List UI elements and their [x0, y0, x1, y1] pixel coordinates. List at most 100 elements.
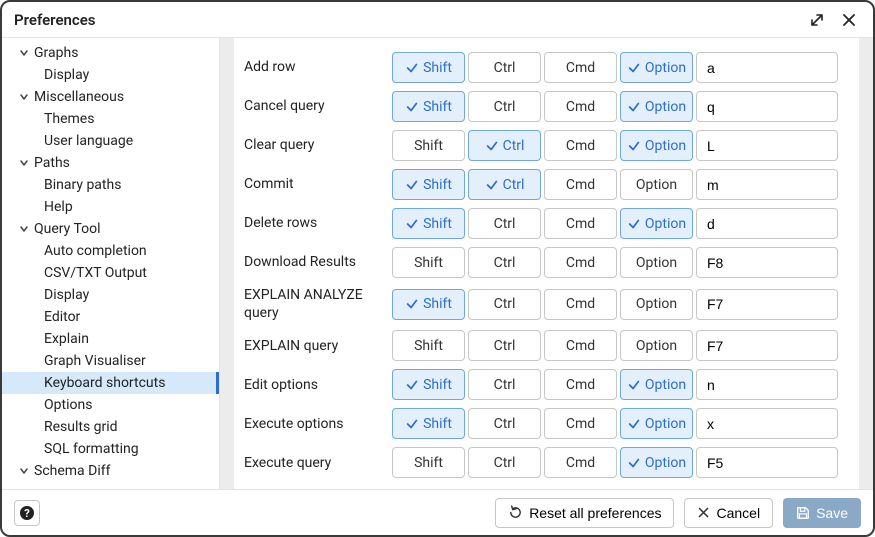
- shortcut-label: Add row: [244, 58, 392, 76]
- modifier-label: Shift: [414, 138, 443, 154]
- modifier-option-toggle[interactable]: Option: [620, 289, 693, 320]
- tree-item[interactable]: Keyboard shortcuts: [2, 372, 219, 394]
- modifier-ctrl-toggle[interactable]: Ctrl: [468, 52, 541, 83]
- modifier-shift-toggle[interactable]: Shift: [392, 330, 465, 361]
- modifier-cmd-toggle[interactable]: Cmd: [544, 408, 617, 439]
- tree-item[interactable]: Themes: [2, 108, 219, 130]
- tree-group-header[interactable]: Paths: [2, 152, 219, 174]
- help-button[interactable]: ?: [14, 500, 40, 526]
- shortcut-key-input[interactable]: [696, 447, 838, 478]
- tree-item[interactable]: Display: [2, 284, 219, 306]
- shortcut-list[interactable]: Add rowShiftCtrlCmdOptionCancel queryShi…: [234, 38, 859, 489]
- shortcut-key-input[interactable]: [696, 408, 838, 439]
- tree-group-header[interactable]: Schema Diff: [2, 460, 219, 482]
- shortcut-key-input[interactable]: [696, 208, 838, 239]
- tree-item[interactable]: Graph Visualiser: [2, 350, 219, 372]
- tree-item[interactable]: Auto completion: [2, 240, 219, 262]
- shortcut-row: Download ResultsShiftCtrlCmdOption: [240, 243, 853, 282]
- tree-item[interactable]: CSV/TXT Output: [2, 262, 219, 284]
- modifier-shift-toggle[interactable]: Shift: [392, 447, 465, 478]
- modifier-group: ShiftCtrlCmdOption: [392, 208, 693, 239]
- modifier-group: ShiftCtrlCmdOption: [392, 447, 693, 478]
- modifier-cmd-toggle[interactable]: Cmd: [544, 330, 617, 361]
- shortcut-key-input[interactable]: [696, 369, 838, 400]
- check-icon: [485, 139, 499, 153]
- check-icon: [405, 297, 419, 311]
- shortcut-key-input[interactable]: [696, 330, 838, 361]
- tree-item[interactable]: SQL formatting: [2, 438, 219, 460]
- shortcut-key-input[interactable]: [696, 52, 838, 83]
- modifier-cmd-toggle[interactable]: Cmd: [544, 208, 617, 239]
- modifier-option-toggle[interactable]: Option: [620, 169, 693, 200]
- maximize-button[interactable]: [805, 8, 829, 32]
- modifier-ctrl-toggle[interactable]: Ctrl: [468, 247, 541, 278]
- sidebar-scroll[interactable]: GraphsDisplayMiscellaneousThemesUser lan…: [2, 38, 219, 489]
- shortcut-key-input[interactable]: [696, 289, 838, 320]
- tree-item[interactable]: Results grid: [2, 416, 219, 438]
- modifier-group: Shift CtrlCmdOption: [392, 130, 693, 161]
- reset-button[interactable]: Reset all preferences: [495, 498, 674, 528]
- modifier-shift-toggle[interactable]: Shift: [392, 91, 465, 122]
- modifier-cmd-toggle[interactable]: Cmd: [544, 169, 617, 200]
- tree-item[interactable]: Binary paths: [2, 174, 219, 196]
- footer: ? Reset all preferences Cancel: [2, 489, 873, 535]
- modifier-cmd-toggle[interactable]: Cmd: [544, 52, 617, 83]
- modifier-shift-toggle[interactable]: Shift: [392, 247, 465, 278]
- modifier-option-toggle[interactable]: Option: [620, 330, 693, 361]
- modifier-label: Shift: [423, 416, 452, 432]
- modifier-ctrl-toggle[interactable]: Ctrl: [468, 289, 541, 320]
- modifier-shift-toggle[interactable]: Shift: [392, 369, 465, 400]
- modifier-option-toggle[interactable]: Option: [620, 408, 693, 439]
- tree-item[interactable]: Explain: [2, 328, 219, 350]
- modifier-ctrl-toggle[interactable]: Ctrl: [468, 169, 541, 200]
- modifier-ctrl-toggle[interactable]: Ctrl: [468, 130, 541, 161]
- modifier-option-toggle[interactable]: Option: [620, 91, 693, 122]
- modifier-option-toggle[interactable]: Option: [620, 447, 693, 478]
- modifier-cmd-toggle[interactable]: Cmd: [544, 247, 617, 278]
- modifier-group: Shift CtrlCmdOption: [392, 408, 693, 439]
- modifier-cmd-toggle[interactable]: Cmd: [544, 447, 617, 478]
- modifier-ctrl-toggle[interactable]: Ctrl: [468, 91, 541, 122]
- check-icon: [627, 417, 641, 431]
- modifier-shift-toggle[interactable]: Shift: [392, 408, 465, 439]
- modifier-shift-toggle[interactable]: Shift: [392, 130, 465, 161]
- shortcut-key-input[interactable]: [696, 247, 838, 278]
- modifier-option-toggle[interactable]: Option: [620, 208, 693, 239]
- tree-item[interactable]: Help: [2, 196, 219, 218]
- modifier-shift-toggle[interactable]: Shift: [392, 289, 465, 320]
- chevron-down-icon: [16, 158, 32, 168]
- shortcut-key-input[interactable]: [696, 130, 838, 161]
- tree-item[interactable]: User language: [2, 130, 219, 152]
- modifier-ctrl-toggle[interactable]: Ctrl: [468, 330, 541, 361]
- modifier-ctrl-toggle[interactable]: Ctrl: [468, 208, 541, 239]
- tree-item[interactable]: Options: [2, 394, 219, 416]
- tree-group-header[interactable]: Graphs: [2, 42, 219, 64]
- modifier-cmd-toggle[interactable]: Cmd: [544, 369, 617, 400]
- modifier-cmd-toggle[interactable]: Cmd: [544, 289, 617, 320]
- tree-item[interactable]: Editor: [2, 306, 219, 328]
- shortcut-key-input[interactable]: [696, 91, 838, 122]
- modifier-cmd-toggle[interactable]: Cmd: [544, 130, 617, 161]
- modifier-option-toggle[interactable]: Option: [620, 52, 693, 83]
- modifier-ctrl-toggle[interactable]: Ctrl: [468, 369, 541, 400]
- close-button[interactable]: [837, 8, 861, 32]
- cancel-button[interactable]: Cancel: [684, 498, 773, 528]
- modifier-shift-toggle[interactable]: Shift: [392, 52, 465, 83]
- chevron-down-icon: [16, 48, 32, 58]
- modifier-shift-toggle[interactable]: Shift: [392, 169, 465, 200]
- tree-group-header[interactable]: Query Tool: [2, 218, 219, 240]
- modifier-cmd-toggle[interactable]: Cmd: [544, 91, 617, 122]
- save-button[interactable]: Save: [783, 498, 861, 528]
- modifier-option-toggle[interactable]: Option: [620, 130, 693, 161]
- modifier-option-toggle[interactable]: Option: [620, 247, 693, 278]
- tree-group-header[interactable]: Miscellaneous: [2, 86, 219, 108]
- shortcut-row: EXPLAIN ANALYZE queryShiftCtrlCmdOption: [240, 282, 853, 326]
- modifier-ctrl-toggle[interactable]: Ctrl: [468, 408, 541, 439]
- modifier-shift-toggle[interactable]: Shift: [392, 208, 465, 239]
- modifier-label: Cmd: [566, 255, 595, 271]
- modifier-option-toggle[interactable]: Option: [620, 369, 693, 400]
- modifier-ctrl-toggle[interactable]: Ctrl: [468, 447, 541, 478]
- modifier-label: Cmd: [566, 99, 595, 115]
- tree-item[interactable]: Display: [2, 64, 219, 86]
- shortcut-key-input[interactable]: [696, 169, 838, 200]
